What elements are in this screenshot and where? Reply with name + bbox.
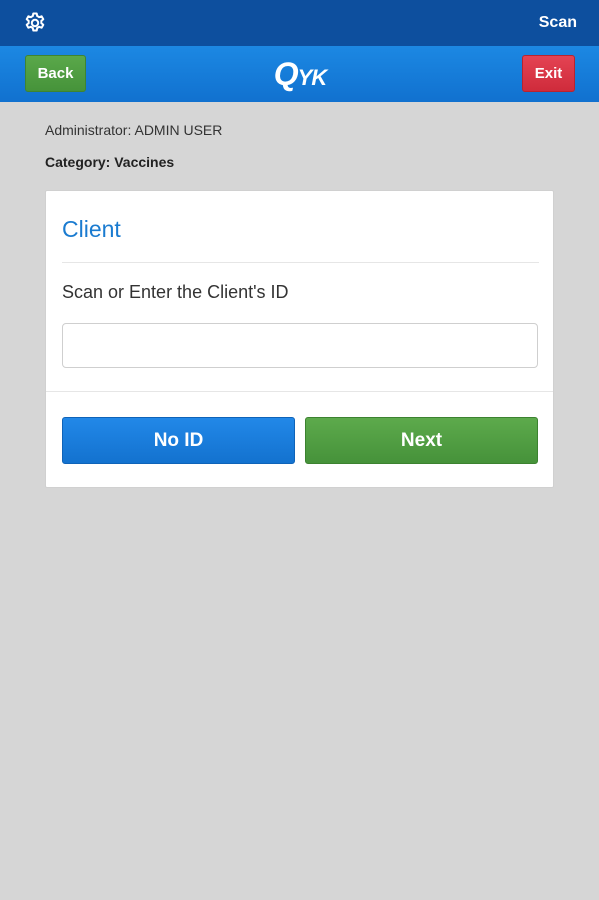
exit-button[interactable]: Exit: [522, 55, 575, 92]
next-button[interactable]: Next: [305, 417, 538, 464]
settings-button[interactable]: [22, 10, 48, 36]
client-id-label: Scan or Enter the Client's ID: [62, 282, 289, 302]
client-id-input[interactable]: [62, 323, 538, 368]
no-id-button[interactable]: No ID: [62, 417, 295, 464]
nav-bar: Back Q YK Exit: [0, 46, 599, 102]
logo-q: Q: [273, 56, 299, 92]
status-bar: Scan: [0, 0, 599, 46]
client-card: Client Scan or Enter the Client's ID No …: [45, 190, 554, 488]
title-divider: [62, 262, 539, 263]
gear-icon: [25, 12, 45, 32]
category-label: Category: Vaccines: [45, 154, 175, 170]
app-logo: Q YK: [270, 54, 330, 94]
back-button[interactable]: Back: [25, 55, 86, 92]
administrator-label: Administrator: ADMIN USER: [45, 122, 223, 138]
logo-rest: YK: [297, 65, 328, 90]
actions-divider: [46, 391, 553, 392]
card-title: Client: [62, 216, 121, 242]
scan-link[interactable]: Scan: [539, 14, 577, 32]
